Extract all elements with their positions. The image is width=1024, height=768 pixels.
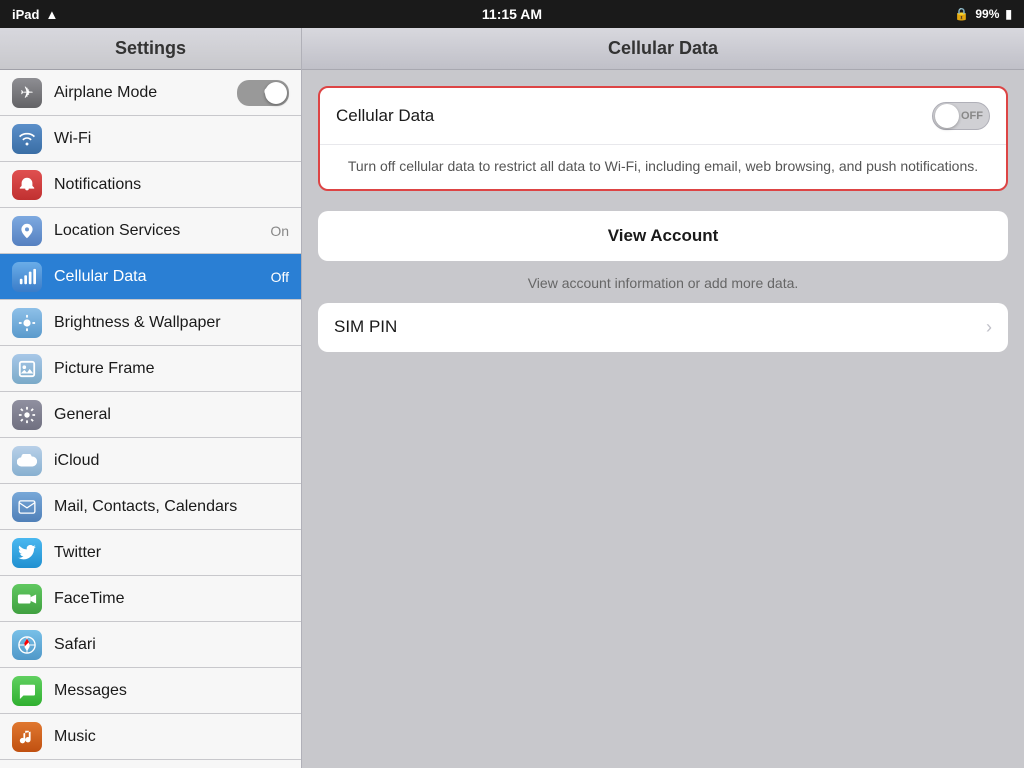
notifications-label: Notifications bbox=[54, 176, 289, 194]
sidebar-item-location[interactable]: Location Services On bbox=[0, 208, 301, 254]
sidebar-item-general[interactable]: General bbox=[0, 392, 301, 438]
general-icon bbox=[12, 400, 42, 430]
sidebar-header: Settings bbox=[0, 28, 301, 70]
sidebar-item-music[interactable]: Music bbox=[0, 714, 301, 760]
location-badge: On bbox=[270, 223, 289, 239]
sim-pin-label: SIM PIN bbox=[334, 317, 986, 337]
safari-label: Safari bbox=[54, 636, 289, 654]
facetime-label: FaceTime bbox=[54, 590, 289, 608]
sim-pin-chevron: › bbox=[986, 317, 992, 338]
icloud-label: iCloud bbox=[54, 452, 289, 470]
mail-icon bbox=[12, 492, 42, 522]
sidebar-item-airplane-mode[interactable]: ✈ Airplane Mode OFF bbox=[0, 70, 301, 116]
general-label: General bbox=[54, 406, 289, 424]
cellular-data-card: Cellular Data OFF Turn off cellular data… bbox=[318, 86, 1008, 191]
messages-label: Messages bbox=[54, 682, 289, 700]
notifications-icon bbox=[12, 170, 42, 200]
brightness-label: Brightness & Wallpaper bbox=[54, 314, 289, 332]
location-label: Location Services bbox=[54, 222, 270, 240]
cellular-badge: Off bbox=[271, 269, 289, 285]
toggle-off-text: OFF bbox=[961, 110, 983, 122]
sidebar-item-cellular-data[interactable]: Cellular Data Off bbox=[0, 254, 301, 300]
airplane-mode-label: Airplane Mode bbox=[54, 84, 237, 102]
sidebar-item-picture-frame[interactable]: Picture Frame bbox=[0, 346, 301, 392]
sim-pin-card: SIM PIN › bbox=[318, 303, 1008, 352]
device-label: iPad bbox=[12, 7, 39, 22]
lock-icon: 🔒 bbox=[954, 7, 969, 21]
brightness-icon bbox=[12, 308, 42, 338]
battery-label: 99% bbox=[975, 7, 999, 21]
view-account-subtext: View account information or add more dat… bbox=[318, 269, 1008, 303]
sim-pin-row[interactable]: SIM PIN › bbox=[318, 303, 1008, 352]
sidebar-item-safari[interactable]: Safari bbox=[0, 622, 301, 668]
picture-frame-label: Picture Frame bbox=[54, 360, 289, 378]
view-account-card: View Account bbox=[318, 211, 1008, 261]
sidebar-item-facetime[interactable]: FaceTime bbox=[0, 576, 301, 622]
cellular-data-description: Turn off cellular data to restrict all d… bbox=[320, 145, 1006, 189]
cellular-data-row: Cellular Data OFF bbox=[320, 88, 1006, 145]
sidebar-item-brightness[interactable]: Brightness & Wallpaper bbox=[0, 300, 301, 346]
picture-frame-icon bbox=[12, 354, 42, 384]
cellular-label: Cellular Data bbox=[54, 268, 271, 286]
cellular-icon bbox=[12, 262, 42, 292]
airplane-mode-icon: ✈ bbox=[12, 78, 42, 108]
right-content: Cellular Data OFF Turn off cellular data… bbox=[302, 70, 1024, 388]
facetime-icon bbox=[12, 584, 42, 614]
cellular-data-card-label: Cellular Data bbox=[336, 106, 932, 126]
location-icon bbox=[12, 216, 42, 246]
twitter-icon bbox=[12, 538, 42, 568]
wifi-icon: ▲ bbox=[45, 7, 58, 22]
sidebar: Settings ✈ Airplane Mode OFF Wi-Fi bbox=[0, 28, 302, 768]
battery-icon: ▮ bbox=[1005, 7, 1012, 21]
status-bar: iPad ▲ 11:15 AM 🔒 99% ▮ bbox=[0, 0, 1024, 28]
right-panel: Cellular Data Cellular Data OFF Turn off… bbox=[302, 28, 1024, 768]
messages-icon bbox=[12, 676, 42, 706]
sidebar-item-icloud[interactable]: iCloud bbox=[0, 438, 301, 484]
wifi-label: Wi-Fi bbox=[54, 130, 289, 148]
sidebar-item-messages[interactable]: Messages bbox=[0, 668, 301, 714]
cellular-data-toggle[interactable]: OFF bbox=[932, 102, 990, 130]
music-label: Music bbox=[54, 728, 289, 746]
wifi-icon bbox=[12, 124, 42, 154]
sidebar-item-wifi[interactable]: Wi-Fi bbox=[0, 116, 301, 162]
view-account-button[interactable]: View Account bbox=[318, 211, 1008, 261]
airplane-mode-toggle[interactable]: OFF bbox=[237, 80, 289, 106]
sidebar-item-notifications[interactable]: Notifications bbox=[0, 162, 301, 208]
mail-label: Mail, Contacts, Calendars bbox=[54, 498, 289, 516]
music-icon bbox=[12, 722, 42, 752]
safari-icon bbox=[12, 630, 42, 660]
status-left: iPad ▲ bbox=[12, 7, 58, 22]
status-right: 🔒 99% ▮ bbox=[954, 7, 1012, 21]
icloud-icon bbox=[12, 446, 42, 476]
twitter-label: Twitter bbox=[54, 544, 289, 562]
status-time: 11:15 AM bbox=[482, 6, 542, 22]
sidebar-item-mail[interactable]: Mail, Contacts, Calendars bbox=[0, 484, 301, 530]
sidebar-item-video[interactable]: Video bbox=[0, 760, 301, 768]
sidebar-item-twitter[interactable]: Twitter bbox=[0, 530, 301, 576]
right-panel-header: Cellular Data bbox=[302, 28, 1024, 70]
toggle-knob bbox=[935, 104, 959, 128]
